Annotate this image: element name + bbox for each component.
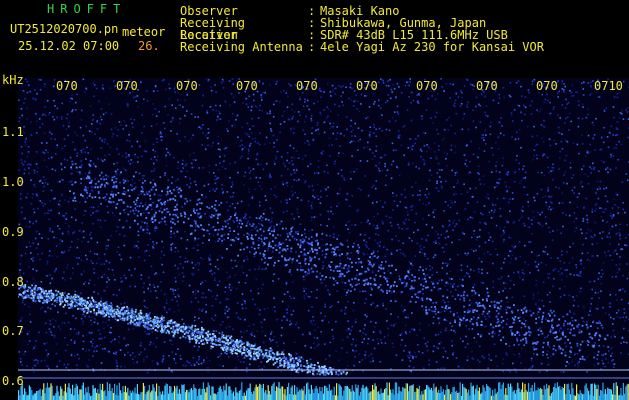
spectrogram bbox=[18, 78, 629, 400]
station-info: Observer: Masaki Kano Receiving Location:… bbox=[180, 5, 544, 53]
station-key: Receiving Antenna bbox=[180, 40, 303, 54]
station-row-antenna: Receiving Antenna:4ele Yagi Az 230 for K… bbox=[180, 40, 544, 54]
spectrogram-canvas bbox=[18, 78, 629, 400]
x-tick-label: 070 bbox=[56, 79, 78, 93]
mode-label: meteor bbox=[122, 25, 166, 39]
x-tick-label: 070 bbox=[176, 79, 198, 93]
x-tick-label: 070 bbox=[116, 79, 138, 93]
y-tick-label: 0.8 bbox=[2, 275, 24, 289]
x-tick-label: 070 bbox=[416, 79, 438, 93]
x-tick-label: 070 bbox=[476, 79, 498, 93]
count-label: 26. bbox=[138, 39, 160, 53]
hrofft-window: HROFFT UT2512020700.pn meteor 25.12.02 0… bbox=[0, 0, 629, 400]
y-tick-label: 1.1 bbox=[2, 125, 24, 139]
x-tick-label: 070 bbox=[356, 79, 378, 93]
x-tick-label: 070 bbox=[296, 79, 318, 93]
y-tick-label: 0.6 bbox=[2, 374, 24, 388]
x-tick-label: 070 bbox=[536, 79, 558, 93]
x-tick-label: 0710 bbox=[594, 79, 623, 93]
x-tick-label: 070 bbox=[236, 79, 258, 93]
y-tick-label: 1.0 bbox=[2, 175, 24, 189]
filename-label: UT2512020700.pn bbox=[10, 22, 119, 36]
station-value: 4ele Yagi Az 230 for Kansai VOR bbox=[320, 40, 544, 54]
y-tick-label: 0.7 bbox=[2, 324, 24, 338]
app-title: HROFFT bbox=[47, 2, 127, 16]
y-axis-unit: kHz bbox=[2, 73, 24, 87]
y-tick-label: 0.9 bbox=[2, 225, 24, 239]
datetime-label: 25.12.02 07:00 bbox=[18, 39, 120, 53]
